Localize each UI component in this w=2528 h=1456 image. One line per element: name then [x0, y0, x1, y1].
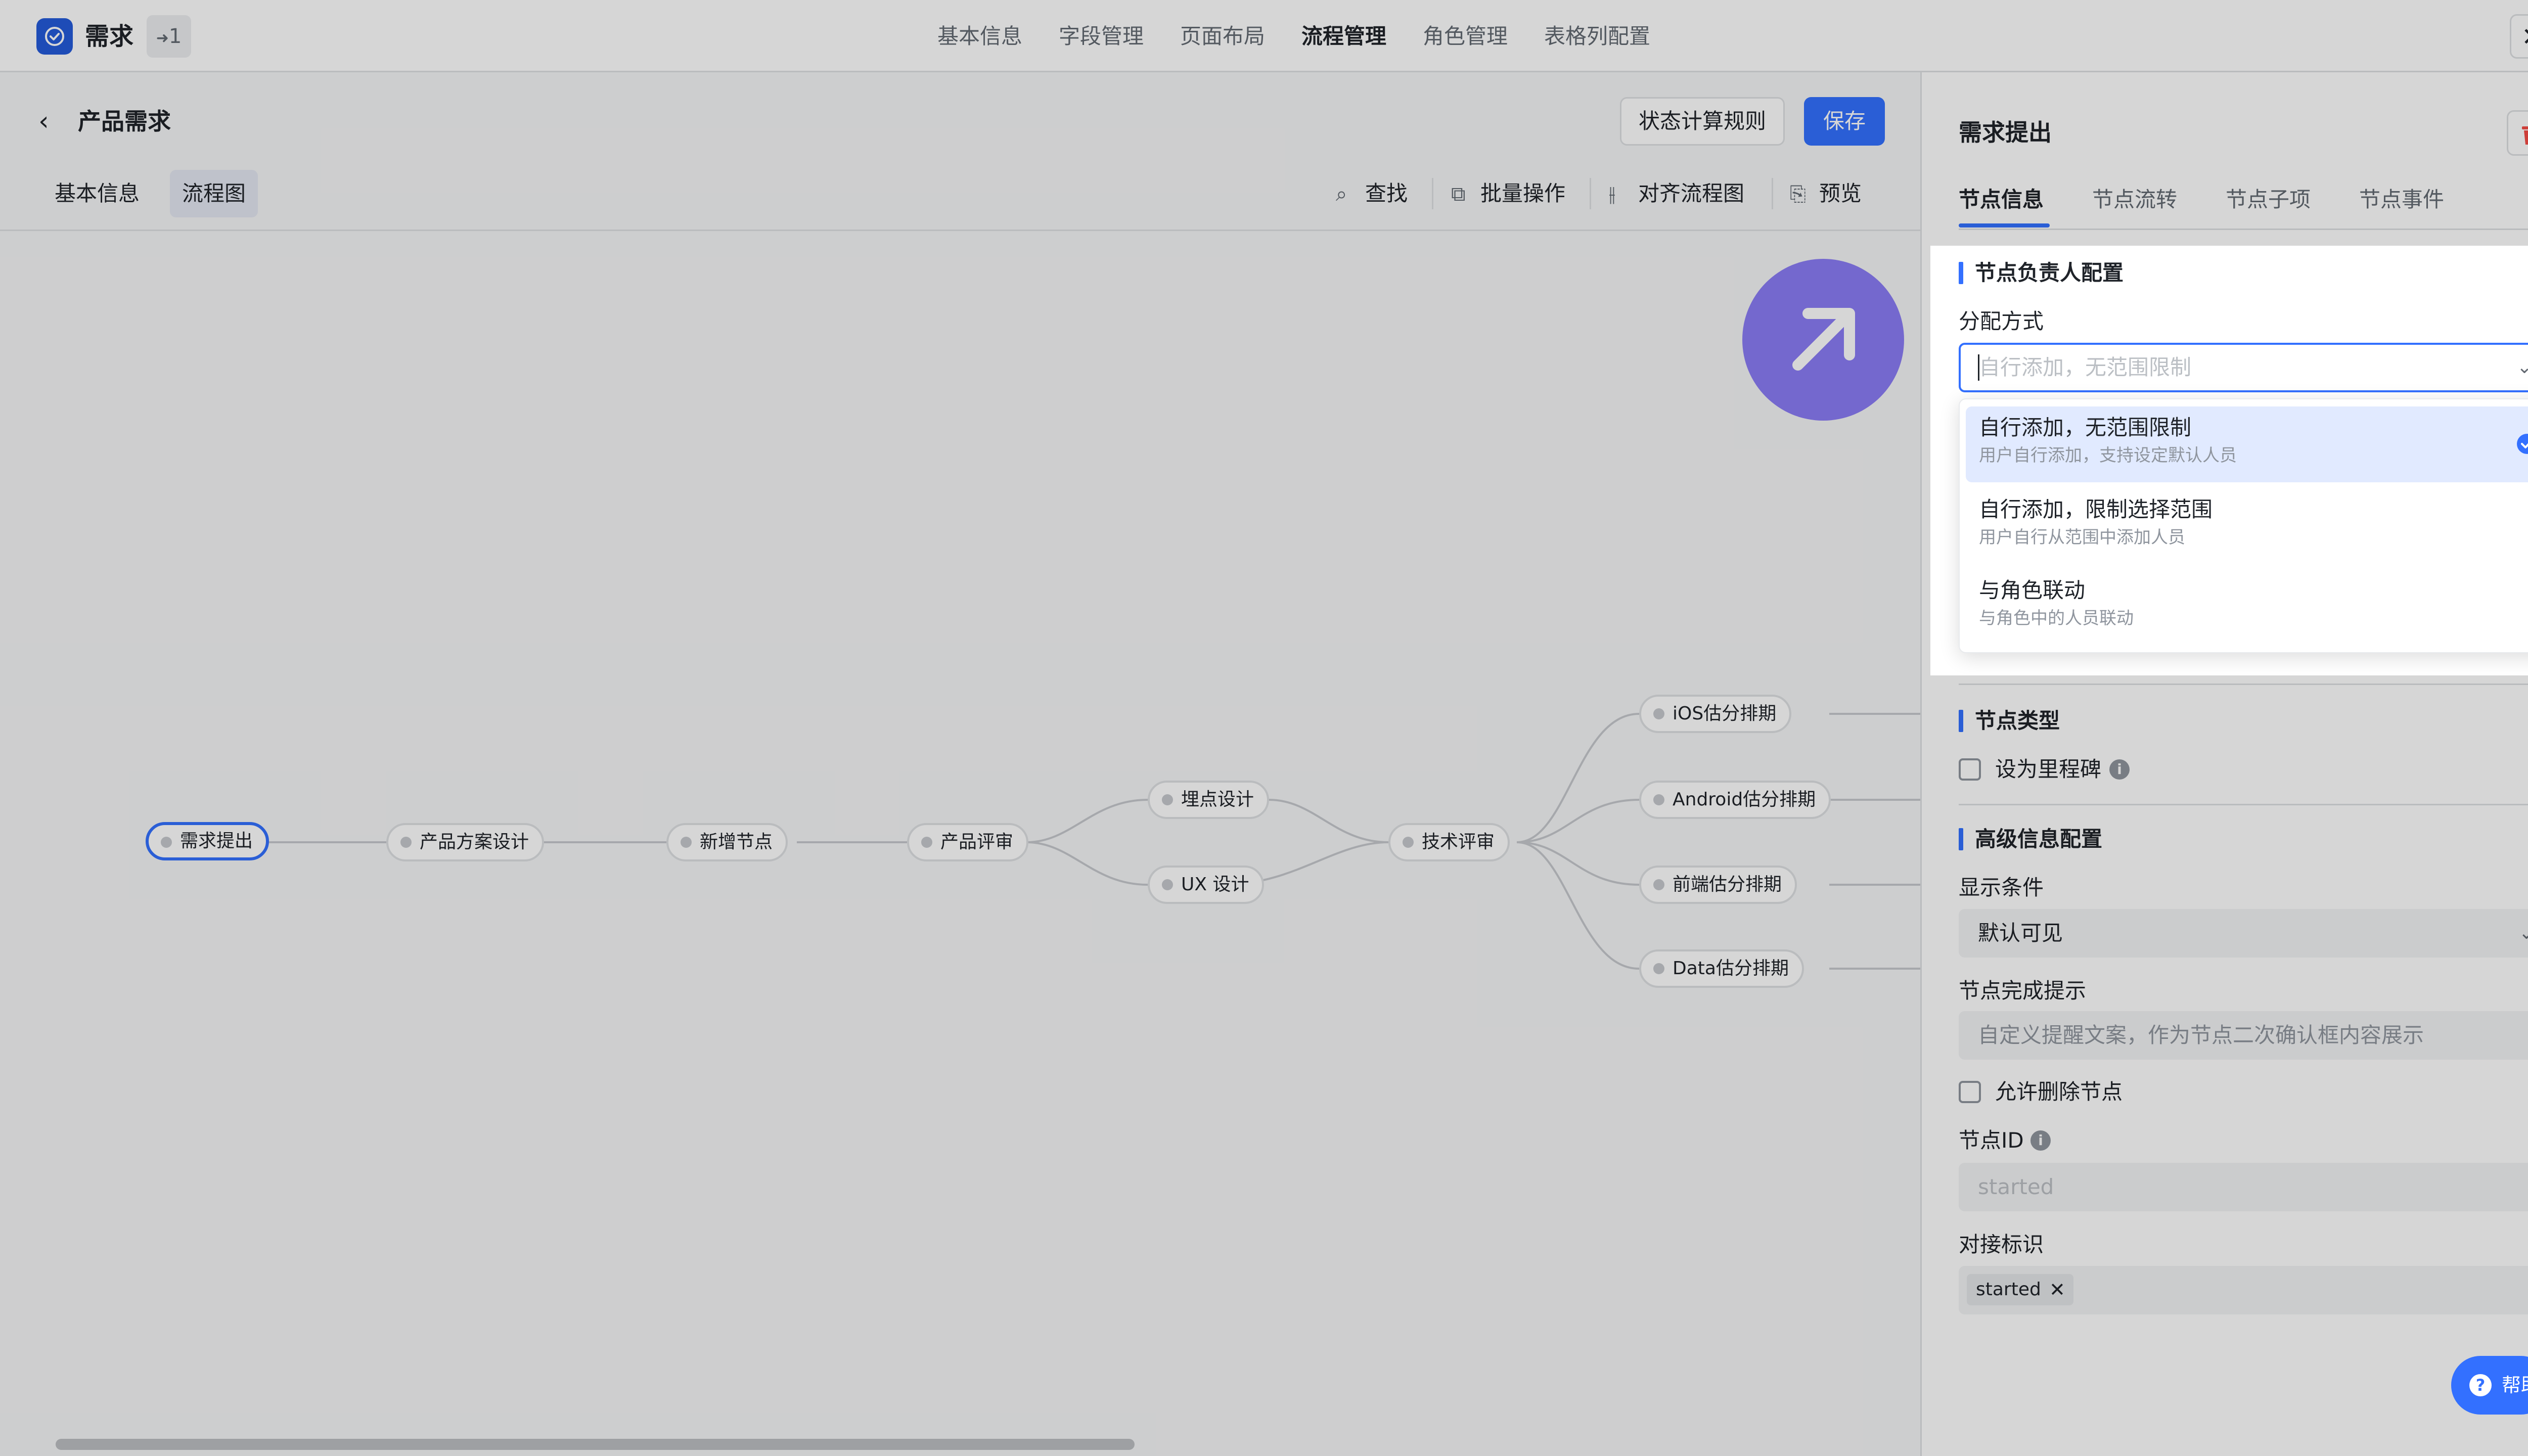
option-subtitle: 用户自行从范围中添加人员	[1979, 527, 2185, 548]
overlay-top	[0, 0, 2528, 246]
section-marker	[1959, 262, 1963, 284]
help-icon: ?	[2469, 1374, 2492, 1396]
option-self-add-unlimited[interactable]: 自行添加，无范围限制 用户自行添加，支持设定默认人员	[1966, 406, 2528, 482]
option-subtitle: 与角色中的人员联动	[1979, 608, 2134, 628]
assign-method-placeholder: 自行添加，无范围限制	[1979, 355, 2192, 380]
overlay-bottom	[0, 675, 2528, 1456]
help-label: 帮助	[2502, 1374, 2528, 1396]
text-caret	[1978, 354, 1979, 381]
option-title: 自行添加，限制选择范围	[1979, 497, 2213, 522]
option-role-linked[interactable]: 与角色联动 与角色中的人员联动	[1966, 570, 2528, 646]
overlay-left	[0, 246, 1930, 675]
option-subtitle: 用户自行添加，支持设定默认人员	[1979, 445, 2237, 466]
check-icon	[2517, 434, 2528, 454]
help-button[interactable]: ? 帮助	[2451, 1356, 2528, 1415]
chevron-down-icon: ⌄	[2516, 357, 2528, 378]
assign-method-label: 分配方式	[1959, 309, 2044, 334]
assign-method-select[interactable]: 自行添加，无范围限制 ⌄	[1959, 343, 2528, 392]
owner-section-title: 节点负责人配置	[1975, 260, 2124, 285]
option-title: 与角色联动	[1979, 578, 2086, 603]
option-self-add-limited[interactable]: 自行添加，限制选择范围 用户自行从范围中添加人员	[1966, 488, 2528, 564]
option-title: 自行添加，无范围限制	[1979, 415, 2192, 440]
